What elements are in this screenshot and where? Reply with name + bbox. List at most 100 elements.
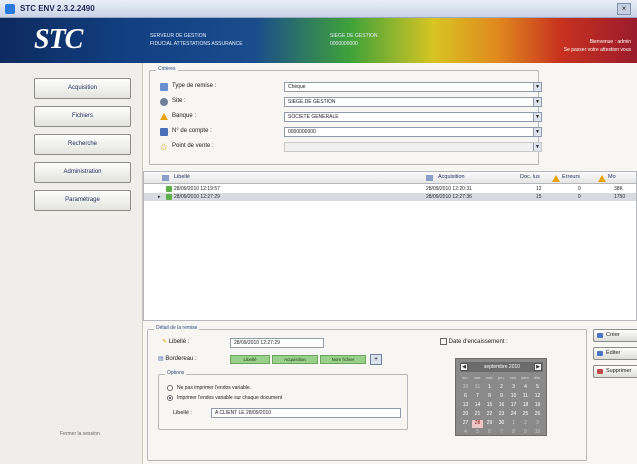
sidebar-item-administration[interactable]: Administration <box>34 162 131 183</box>
column-acquisition[interactable]: Acquisition <box>438 174 465 180</box>
chevron-down-icon[interactable]: ▼ <box>533 143 541 151</box>
calendar-day[interactable]: 18 <box>520 402 531 410</box>
calendar-day[interactable]: 4 <box>520 384 531 392</box>
compte-select[interactable]: 0000000000 ▼ <box>284 127 542 137</box>
calendar-day[interactable]: 6 <box>484 429 495 437</box>
column-libelle[interactable]: Libellé <box>174 174 190 180</box>
sidebar-item-fichiers[interactable]: Fichiers <box>34 106 131 127</box>
calendar-day[interactable]: 9 <box>496 393 507 401</box>
calendar-day[interactable]: 26 <box>532 411 543 419</box>
scanner-icon <box>426 175 433 181</box>
calendar-day[interactable]: 5 <box>532 384 543 392</box>
prev-month-button[interactable]: ◀ <box>460 363 468 371</box>
row-label: 28/09/2010 12:27:29 <box>174 194 220 200</box>
row-acquisition: 28/09/2010 12:27:36 <box>426 194 472 200</box>
calendar-day[interactable]: 1 <box>484 384 495 392</box>
server-info: SERVEUR DE GESTION FIDUCIAL ATTESTATIONS… <box>150 32 243 48</box>
option-no-endos-label: Ne pas imprimer l'endos variable. <box>177 385 252 391</box>
create-button[interactable]: Créer <box>593 329 637 342</box>
field-label: Point de vente : <box>172 143 214 149</box>
sidebar-item-recherche[interactable]: Recherche <box>34 134 131 155</box>
calendar-day[interactable]: 21 <box>472 411 483 419</box>
book-icon <box>160 128 168 136</box>
calendar-day[interactable]: 4 <box>460 429 471 437</box>
type-remise-select[interactable]: Chèque ▼ <box>284 82 542 92</box>
option-no-endos-radio[interactable] <box>167 385 173 391</box>
endos-libelle-input[interactable]: A CLIENT LE 28/09/2010 <box>211 408 401 418</box>
calendar-day[interactable]: 2 <box>520 420 531 428</box>
tag-acquisition[interactable]: Acquisition <box>272 355 318 364</box>
banque-select[interactable]: SOCIETE GENERALE ▼ <box>284 112 542 122</box>
column-mo[interactable]: Mo <box>608 174 616 180</box>
tag-nom-fichier[interactable]: Nom fichier <box>320 355 366 364</box>
star-icon: ✩ <box>160 142 168 152</box>
calendar-day[interactable]: 15 <box>484 402 495 410</box>
calendar-day[interactable]: 10 <box>508 393 519 401</box>
table-row[interactable]: ▸ 28/09/2010 12:27:29 28/09/2010 12:27:3… <box>144 193 636 201</box>
sidebar-item-acquisition[interactable]: Acquisition <box>34 78 131 99</box>
calendar-day[interactable]: 6 <box>460 393 471 401</box>
calendar-day[interactable]: 7 <box>496 429 507 437</box>
calendar-day[interactable]: 27 <box>460 420 471 428</box>
company-name: FIDUCIAL ATTESTATIONS ASSURANCE <box>150 41 243 47</box>
calendar-day[interactable]: 20 <box>460 411 471 419</box>
calendar-day[interactable]: 28 <box>472 420 483 428</box>
calendar-day[interactable]: 1 <box>508 420 519 428</box>
chevron-down-icon[interactable]: ▼ <box>533 128 541 136</box>
logout-link[interactable]: Fermer la session <box>60 431 100 437</box>
tag-libelle[interactable]: Libellé <box>230 355 270 364</box>
calendar-day[interactable]: 30 <box>460 384 471 392</box>
date-picker[interactable]: septembre 2010 ◀ ▶ lun. mar. mer. jeu. ven. s… <box>455 358 547 436</box>
calendar-day[interactable]: 3 <box>532 420 543 428</box>
field-site: Site : SIEGE DE GESTION ▼ <box>160 97 550 108</box>
edit-button[interactable]: Éditer <box>593 347 637 360</box>
calendar-day[interactable]: 24 <box>508 411 519 419</box>
close-button[interactable]: × <box>617 3 631 15</box>
table-row[interactable]: 28/09/2010 12:19:57 28/09/2010 12:20:31 … <box>144 185 636 193</box>
chevron-down-icon[interactable]: ▼ <box>533 113 541 121</box>
calendar-day[interactable]: 16 <box>496 402 507 410</box>
calendar-day[interactable]: 22 <box>484 411 495 419</box>
calendar-day[interactable]: 5 <box>472 429 483 437</box>
calendar-day[interactable]: 23 <box>496 411 507 419</box>
calendar-day[interactable]: 7 <box>472 393 483 401</box>
calendar-day[interactable]: 2 <box>496 384 507 392</box>
calendar-day[interactable]: 13 <box>460 402 471 410</box>
site-select[interactable]: SIEGE DE GESTION ▼ <box>284 97 542 107</box>
row-acquisition: 28/09/2010 12:20:31 <box>426 186 472 192</box>
libelle-input[interactable]: 28/09/2010 12:27:29 <box>230 338 324 348</box>
calendar-day[interactable]: 25 <box>520 411 531 419</box>
calendar-day[interactable]: 31 <box>472 384 483 392</box>
point-vente-select[interactable]: ▼ <box>284 142 542 152</box>
calendar-day[interactable]: 8 <box>484 393 495 401</box>
calendar-day[interactable]: 17 <box>508 402 519 410</box>
column-docs[interactable]: Doc. lus <box>520 174 540 180</box>
chevron-down-icon[interactable]: ▼ <box>533 83 541 91</box>
calendar-day[interactable]: 30 <box>496 420 507 428</box>
calendar-day[interactable]: 19 <box>532 402 543 410</box>
add-tag-button[interactable]: + <box>370 354 382 365</box>
delete-icon <box>597 369 603 374</box>
calendar-day[interactable]: 29 <box>484 420 495 428</box>
calendar-day[interactable]: 9 <box>520 429 531 437</box>
sidebar-item-parametrage[interactable]: Paramétrage <box>34 190 131 211</box>
column-erreurs[interactable]: Erreurs <box>562 174 580 180</box>
title-bar: STC ENV 2.3.2.2490 × <box>0 0 637 18</box>
options-title: Options <box>165 370 187 376</box>
calendar-day[interactable]: 14 <box>472 402 483 410</box>
calendar-day[interactable]: 11 <box>520 393 531 401</box>
calendar-day[interactable]: 3 <box>508 384 519 392</box>
chevron-down-icon[interactable]: ▼ <box>533 98 541 106</box>
weekday-label: lun. <box>462 375 469 380</box>
option-endos-radio[interactable] <box>167 395 173 401</box>
delete-button[interactable]: Supprimer <box>593 365 637 378</box>
field-label: Type de remise : <box>172 83 217 89</box>
criteria-title: Critères <box>156 66 178 72</box>
calendar-day[interactable]: 12 <box>532 393 543 401</box>
header-banner: STC SERVEUR DE GESTION FIDUCIAL ATTESTAT… <box>0 18 637 63</box>
sidebar: Acquisition Fichiers Recherche Administr… <box>0 63 143 464</box>
calendar-day[interactable]: 8 <box>508 429 519 437</box>
calendar-day[interactable]: 10 <box>532 429 543 437</box>
next-month-button[interactable]: ▶ <box>534 363 542 371</box>
row-mo: 38K <box>614 186 623 192</box>
